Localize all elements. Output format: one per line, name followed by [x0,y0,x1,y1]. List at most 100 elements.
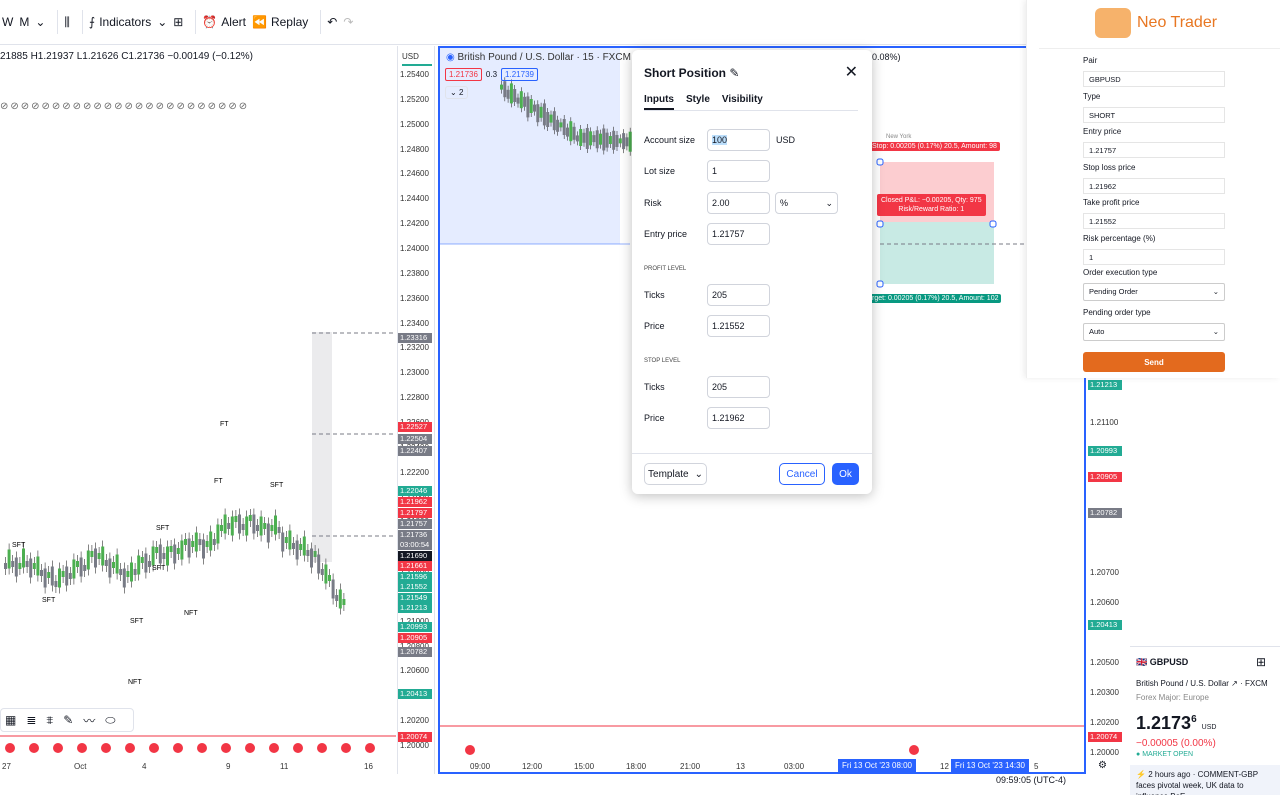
field-input[interactable]: 1.21757 [1083,142,1225,158]
event-flag-icon[interactable] [269,743,279,753]
candle [25,561,29,567]
fib-icon[interactable]: ≣ [26,713,36,727]
drag-handle[interactable] [989,220,997,228]
spread-label: 0.3 [485,70,498,79]
close-icon[interactable]: ✕ [845,62,858,82]
price-main: 1.2173 [1136,713,1192,733]
event-flag-icon[interactable] [5,743,15,753]
pnl-tag[interactable]: Closed P&L: −0.00205, Qty: 975 Risk/Rewa… [877,194,986,216]
event-flag-icon[interactable] [293,743,303,753]
event-flag-icon[interactable] [221,743,231,753]
profit-ticks-input[interactable]: 205 [707,284,770,306]
replay-button[interactable]: ⏪ Replay [252,15,308,29]
event-flag-icon[interactable] [125,743,135,753]
grid-icon[interactable]: ⊞ [1256,655,1266,669]
price-label: 1.20413 [398,689,432,699]
pattern-icon[interactable]: 〰 [83,712,95,729]
target-tag[interactable]: rget: 0.00205 (0.17%) 20.5, Amount: 102 [869,294,1002,303]
stop-ticks-input[interactable]: 205 [707,376,770,398]
stop-tag[interactable]: Stop: 0.00205 (0.17%) 20.5, Amount: 98 [869,142,1000,151]
risk-unit-select[interactable]: % ⌄ [775,192,838,214]
candle [216,524,220,544]
price-label: 1.20905 [398,633,432,643]
template-dropdown[interactable]: Template ⌄ [644,463,707,485]
pnl-line-2: Risk/Reward Ratio: 1 [898,206,965,213]
price-tick: 1.20000 [400,740,429,750]
buy-button[interactable]: 1.21739 [501,68,538,81]
event-flag-icon[interactable] [197,743,207,753]
account-size-input[interactable]: 100 [707,129,770,151]
news-item[interactable]: ⚡ 2 hours ago · COMMENT-GBP faces pivota… [1130,765,1280,795]
cancel-button[interactable]: Cancel [779,463,825,485]
grid-icon[interactable]: ▦ [5,713,16,727]
interval-m[interactable]: M [19,15,29,29]
currency-label[interactable]: USD [402,52,419,61]
event-flag-icon[interactable] [53,743,63,753]
event-flag-icon[interactable] [365,743,375,753]
external-link-icon[interactable]: ↗ [1231,679,1238,688]
ticker[interactable]: GBPUSD [1150,657,1189,667]
stop-price-input[interactable]: 1.21962 [707,407,770,429]
left-chart-canvas[interactable]: SFT SFT FT FT SFT SFT SFT NFT SFT NFT [0,46,396,774]
drag-handle[interactable] [876,158,884,166]
redo-icon[interactable]: ↷ [343,15,353,29]
price-label: 1.22504 [398,434,432,444]
candle [328,575,331,581]
symbol-name[interactable]: British Pound / U.S. Dollar [1136,679,1229,688]
price-tick: 1.24600 [400,169,429,179]
event-flag-icon[interactable] [101,743,111,753]
alert-button[interactable]: ⏰ Alert [202,15,246,29]
field-label: Entry price [1083,127,1122,136]
candle [288,530,292,550]
left-time-axis[interactable]: 27 Oct 4 9 11 16 [0,760,396,774]
field-input[interactable]: 1.21962 [1083,177,1225,194]
chart-type-icon[interactable]: ⫼ [64,15,70,30]
pencil-icon[interactable]: ✎ [729,66,739,80]
event-flag-icon[interactable] [341,743,351,753]
parallel-channel-icon[interactable]: ⩨ [46,713,53,728]
chevron-down-icon[interactable]: ⌄ [157,15,167,29]
left-price-axis[interactable]: USD 1.25400 1.25200 1.25000 1.24800 1.24600 1… [397,46,435,774]
undo-icon[interactable]: ↶ [327,15,337,29]
field-input[interactable]: GBPUSD [1083,71,1225,87]
indicators-button[interactable]: ⨍ Indicators [89,15,151,29]
tab-style[interactable]: Style [686,94,710,110]
lot-size-input[interactable]: 1 [707,160,770,182]
candle [65,566,69,586]
event-flag-icon[interactable] [909,745,919,755]
field-input[interactable]: SHORT [1083,106,1225,123]
order-execution-select[interactable]: Pending Order ⌄ [1083,283,1225,301]
event-flag-icon[interactable] [465,745,475,755]
layouts-icon[interactable]: ⊞ [173,15,183,29]
ok-button[interactable]: Ok [832,463,859,485]
brush-icon[interactable]: ✎ [63,713,73,727]
send-button[interactable]: Send [1083,352,1225,372]
tab-visibility[interactable]: Visibility [722,94,763,110]
candle [22,548,25,568]
event-flag-icon[interactable] [173,743,183,753]
tab-inputs[interactable]: Inputs [644,94,674,110]
entry-price-input[interactable]: 1.21757 [707,223,770,245]
event-flag-icon[interactable] [245,743,255,753]
field-input[interactable]: 1.21552 [1083,213,1225,229]
chevron-down-icon[interactable]: ⌄ [35,15,45,29]
price-tick: 1.23800 [400,268,429,278]
event-flag-icon[interactable] [149,743,159,753]
target-zone[interactable] [880,222,994,284]
drag-handle[interactable] [876,280,884,288]
pending-type-select[interactable]: Auto ⌄ [1083,323,1225,341]
clock[interactable]: 09:59:05 (UTC-4) [996,775,1066,785]
sell-button[interactable]: 1.21736 [445,68,482,81]
shape-icon[interactable]: ⬭ [105,713,115,728]
profit-price-input[interactable]: 1.21552 [707,315,770,337]
interval-w[interactable]: W [2,15,13,29]
field-input[interactable]: 1 [1083,248,1225,265]
event-flag-icon[interactable] [29,743,39,753]
risk-input[interactable]: 2.00 [707,192,770,214]
settings-icon[interactable]: ⚙ [1098,760,1107,771]
candle [605,132,609,148]
drag-handle[interactable] [876,220,884,228]
event-flag-icon[interactable] [77,743,87,753]
indicators-toggle[interactable]: ⌄ 2 [445,86,469,99]
event-flag-icon[interactable] [317,743,327,753]
